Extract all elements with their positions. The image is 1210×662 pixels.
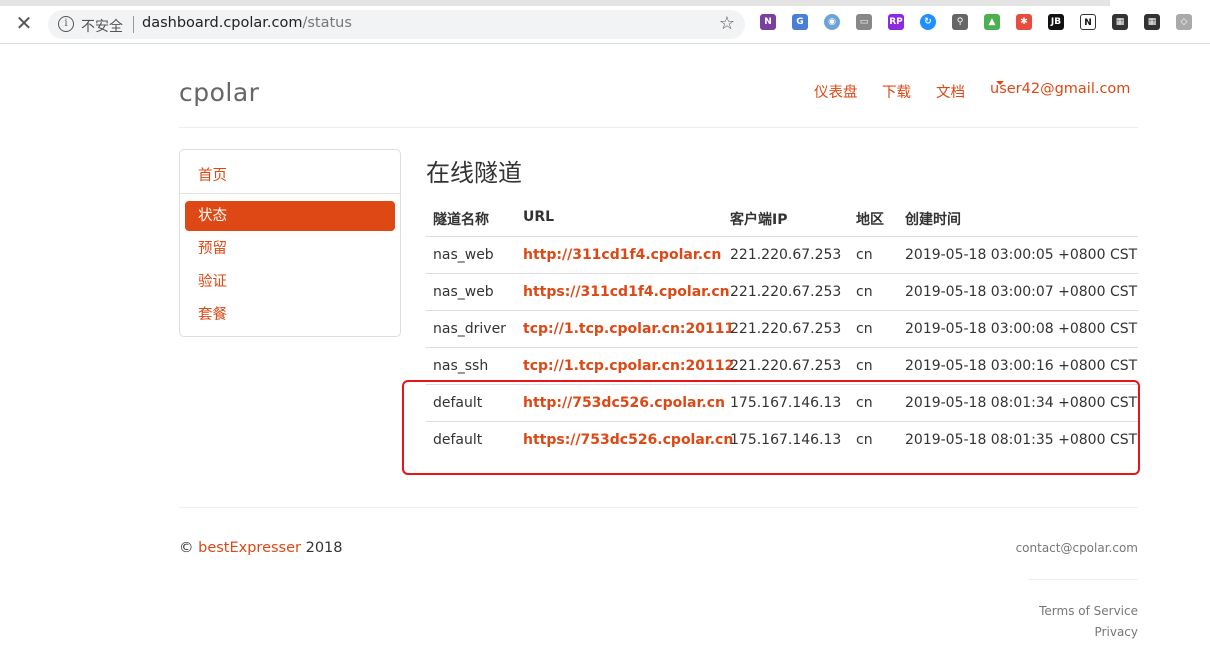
table-header: 隧道名称 URL 客户端IP 地区 创建时间 bbox=[426, 199, 1138, 236]
region: cn bbox=[856, 321, 873, 337]
url-path: /status bbox=[302, 15, 352, 31]
footer-divider bbox=[179, 507, 1138, 508]
tunnel-url-link[interactable]: tcp://1.tcp.cpolar.cn:20111 bbox=[523, 321, 734, 337]
url-host: dashboard.cpolar.com bbox=[142, 15, 303, 31]
column-header-url: URL bbox=[523, 209, 555, 225]
shield-extension-icon[interactable]: ◇ bbox=[1176, 14, 1192, 30]
sidebar-item-reserved[interactable]: 预留 bbox=[185, 234, 395, 264]
column-header-name: 隧道名称 bbox=[433, 212, 489, 228]
nav-dashboard-link[interactable]: 仪表盘 bbox=[814, 81, 858, 102]
client-ip: 221.220.67.253 bbox=[730, 284, 842, 300]
column-header-region: 地区 bbox=[856, 212, 884, 228]
qrcode2-extension-icon[interactable]: ▦ bbox=[1144, 14, 1160, 30]
sidebar-item-status[interactable]: 状态 bbox=[185, 201, 395, 231]
extensions-bar: N G ◉ ▭ RP ↻ ⚲ ▲ ✱ JB N ▦ ▦ ◇ bbox=[760, 14, 1192, 34]
terms-of-service-link[interactable]: Terms of Service bbox=[1039, 604, 1138, 618]
microscope-extension-icon[interactable]: ⚲ bbox=[952, 14, 968, 30]
footer-links-divider bbox=[1028, 579, 1138, 580]
tunnel-name: nas_driver bbox=[433, 321, 506, 337]
tab-strip bbox=[0, 0, 1110, 6]
client-ip: 221.220.67.253 bbox=[730, 358, 842, 374]
address-bar[interactable]: i 不安全 dashboard.cpolar.com/status ☆ bbox=[48, 10, 745, 39]
bookmark-star-icon[interactable]: ☆ bbox=[719, 13, 735, 34]
sidebar-item-home[interactable]: 首页 bbox=[198, 164, 227, 185]
reader-extension-icon[interactable]: ▭ bbox=[856, 14, 872, 30]
privacy-link[interactable]: Privacy bbox=[1095, 625, 1138, 639]
region: cn bbox=[856, 247, 873, 263]
tunnel-name: nas_web bbox=[433, 247, 494, 263]
column-header-created: 创建时间 bbox=[905, 212, 961, 228]
qrcode-extension-icon[interactable]: ▦ bbox=[1112, 14, 1128, 30]
onenote-extension-icon[interactable]: N bbox=[760, 14, 776, 30]
translate-extension-icon[interactable]: G bbox=[792, 14, 808, 30]
copyright-author-link[interactable]: bestExpresser bbox=[198, 540, 301, 556]
created-time: 2019-05-18 03:00:16 +0800 CST bbox=[905, 358, 1138, 374]
notion-extension-icon[interactable]: N bbox=[1080, 14, 1096, 30]
client-ip: 221.220.67.253 bbox=[730, 321, 842, 337]
highlight-annotation-box bbox=[402, 380, 1140, 475]
copyright: © bestExpresser 2018 bbox=[179, 540, 343, 556]
jetbrains-extension-icon[interactable]: JB bbox=[1048, 14, 1064, 30]
url-text[interactable]: dashboard.cpolar.com/status bbox=[142, 15, 352, 31]
table-row: nas_driver tcp://1.tcp.cpolar.cn:20111 2… bbox=[426, 310, 1138, 347]
user-email: user42@gmail.com bbox=[990, 81, 1131, 97]
nav-download-link[interactable]: 下载 bbox=[882, 81, 911, 102]
tunnel-url-link[interactable]: http://311cd1f4.cpolar.cn bbox=[523, 247, 721, 263]
tunnel-name: nas_web bbox=[433, 284, 494, 300]
region: cn bbox=[856, 284, 873, 300]
info-icon[interactable]: i bbox=[58, 16, 74, 32]
table-row: nas_web https://311cd1f4.cpolar.cn 221.2… bbox=[426, 273, 1138, 310]
region: cn bbox=[856, 358, 873, 374]
close-icon[interactable]: ✕ bbox=[14, 13, 34, 33]
globe-extension-icon[interactable]: ◉ bbox=[824, 14, 840, 30]
column-header-ip: 客户端IP bbox=[730, 212, 788, 228]
refresh-extension-icon[interactable]: ↻ bbox=[920, 14, 936, 30]
browser-toolbar: ✕ i 不安全 dashboard.cpolar.com/status ☆ N … bbox=[0, 0, 1210, 44]
created-time: 2019-05-18 03:00:07 +0800 CST bbox=[905, 284, 1138, 300]
copyright-year: 2018 bbox=[305, 540, 343, 556]
client-ip: 221.220.67.253 bbox=[730, 247, 842, 263]
insecure-label: 不安全 bbox=[81, 19, 123, 35]
asterisk-extension-icon[interactable]: ✱ bbox=[1016, 14, 1032, 30]
created-time: 2019-05-18 03:00:08 +0800 CST bbox=[905, 321, 1138, 337]
tunnel-name: nas_ssh bbox=[433, 358, 489, 374]
table-row: nas_web http://311cd1f4.cpolar.cn 221.22… bbox=[426, 236, 1138, 273]
copyright-symbol: © bbox=[179, 540, 194, 556]
contact-email-link[interactable]: contact@cpolar.com bbox=[1016, 541, 1138, 555]
sidebar-item-plan[interactable]: 套餐 bbox=[185, 300, 395, 330]
sidebar-divider bbox=[180, 193, 400, 194]
rp-extension-icon[interactable]: RP bbox=[888, 14, 904, 30]
sidebar-item-auth[interactable]: 验证 bbox=[185, 267, 395, 297]
created-time: 2019-05-18 03:00:05 +0800 CST bbox=[905, 247, 1138, 263]
sidebar: 首页 状态 预留 验证 套餐 bbox=[179, 149, 401, 337]
site-logo[interactable]: cpolar bbox=[179, 78, 259, 107]
tunnel-url-link[interactable]: tcp://1.tcp.cpolar.cn:20112 bbox=[523, 358, 734, 374]
table-row: nas_ssh tcp://1.tcp.cpolar.cn:20112 221.… bbox=[426, 347, 1138, 384]
android-extension-icon[interactable]: ▲ bbox=[984, 14, 1000, 30]
address-separator bbox=[133, 16, 134, 33]
tunnel-url-link[interactable]: https://311cd1f4.cpolar.cn bbox=[523, 284, 730, 300]
caret-down-icon bbox=[996, 81, 1004, 85]
header-divider bbox=[179, 127, 1138, 128]
nav-docs-link[interactable]: 文档 bbox=[936, 81, 965, 102]
page-title: 在线隧道 bbox=[426, 159, 522, 187]
